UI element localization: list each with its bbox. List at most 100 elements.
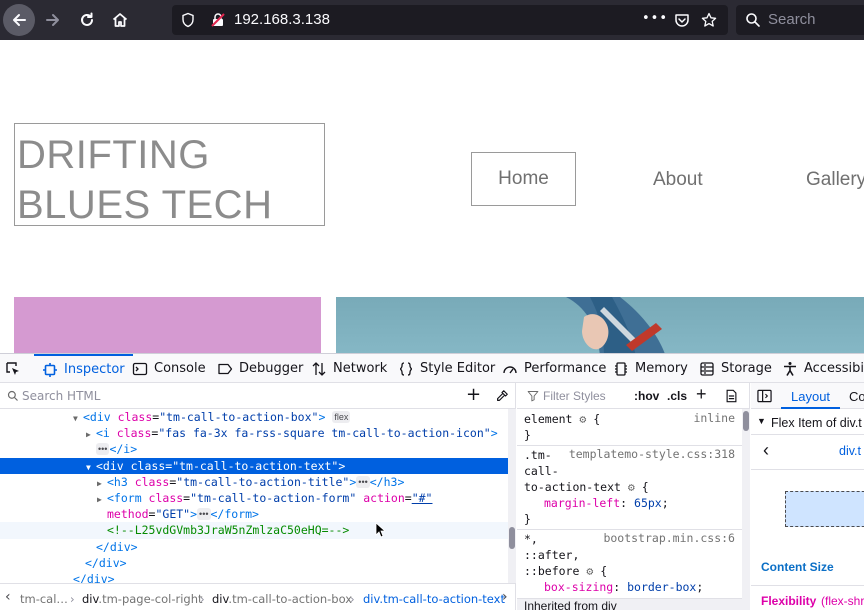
tag-end: </div>: [85, 555, 127, 570]
shield-icon[interactable]: [180, 12, 196, 28]
class-toggle[interactable]: .cls: [667, 389, 687, 403]
tab-computed[interactable]: Co: [849, 389, 864, 404]
markup-scrollbar-thumb[interactable]: [509, 527, 515, 549]
attr-value-link[interactable]: "#": [412, 491, 433, 505]
filter-styles-field[interactable]: Filter Styles: [543, 389, 606, 403]
breadcrumb-item[interactable]: div.tm-call-to-action-box: [212, 592, 352, 606]
tag-end: </div>: [96, 539, 138, 554]
home-icon: [112, 13, 128, 27]
breadcrumb-item[interactable]: tm-cal…: [20, 592, 68, 606]
markup-node-call-to-action-text[interactable]: ▼ <div class="tm-call-to-action-text">: [0, 457, 508, 474]
rule-close-brace: }: [524, 428, 531, 442]
rules-scrollbar[interactable]: [742, 409, 750, 610]
tag-close: >: [349, 474, 357, 489]
tag-close: >: [338, 458, 346, 473]
url-text[interactable]: 192.168.3.138: [234, 11, 330, 28]
breadcrumb-item[interactable]: div.tm-page-col-right: [82, 592, 203, 606]
tab-performance[interactable]: Performance: [502, 354, 606, 383]
gear-icon[interactable]: ⚙: [579, 412, 586, 426]
tab-console[interactable]: Console: [132, 354, 206, 383]
url-bar[interactable]: 192.168.3.138 •••: [172, 5, 728, 35]
flex-item-header[interactable]: ▼ Flex Item of div.t: [751, 409, 864, 435]
breadcrumb-scroll-left-icon[interactable]: ‹: [5, 589, 11, 605]
tab-accessibility[interactable]: Accessibili: [782, 354, 864, 383]
bookmark-star-icon[interactable]: [701, 12, 717, 28]
reload-button[interactable]: [71, 4, 103, 36]
rule-element[interactable]: element ⚙ {: [524, 411, 600, 427]
tab-layout[interactable]: Layout: [781, 383, 841, 409]
collapsed-content-badge[interactable]: •••: [197, 508, 211, 521]
tab-style-editor[interactable]: Style Editor: [398, 354, 495, 383]
tab-network[interactable]: Network: [311, 354, 387, 383]
markup-node-title[interactable]: ▶ <h3 class="tm-call-to-action-title"> •••…: [0, 474, 508, 490]
back-icon[interactable]: ‹: [763, 440, 769, 461]
debugger-icon: [218, 363, 233, 374]
tab-inspector[interactable]: Inspector: [34, 354, 133, 383]
rule-selector[interactable]: .tm-: [524, 447, 552, 463]
insecure-lock-icon[interactable]: [210, 12, 226, 28]
markup-node-form-cont[interactable]: method="GET"> ••• </form>: [0, 506, 508, 522]
content-size-label: Content Size: [761, 560, 834, 574]
tab-storage[interactable]: Storage: [699, 354, 772, 383]
gear-icon[interactable]: ⚙: [586, 564, 593, 578]
markup-node-form[interactable]: ▶ <form class="tm-call-to-action-form" ac…: [0, 490, 508, 506]
tab-debugger[interactable]: Debugger: [217, 354, 303, 383]
eyedropper-icon[interactable]: [495, 389, 509, 403]
rule-selector-line[interactable]: to-action-text ⚙ {: [524, 479, 649, 495]
rule-source-link[interactable]: templatemo-style.css:318: [569, 447, 735, 461]
rule-selector[interactable]: *,: [524, 531, 538, 547]
breadcrumb-item-selected[interactable]: div.tm-call-to-action-text: [363, 592, 505, 606]
markup-node-call-to-action-box[interactable]: ▼ <div class="tm-call-to-action-box"> fle…: [0, 409, 508, 425]
nav-about-link[interactable]: About: [653, 169, 703, 191]
gear-icon[interactable]: ⚙: [628, 480, 635, 494]
nav-home-link[interactable]: Home: [471, 152, 576, 206]
rule-declaration[interactable]: box-sizing: border-box;: [544, 579, 703, 595]
forward-button[interactable]: [37, 4, 69, 36]
style-editor-icon: [399, 361, 413, 376]
markup-node-icon-end[interactable]: ••• </i>: [0, 441, 508, 457]
add-node-button[interactable]: +: [466, 384, 481, 405]
breadcrumb-separator-icon: ›: [350, 592, 355, 606]
flex-container-link[interactable]: div.t: [839, 444, 861, 458]
markup-node-comment[interactable]: <!--L25vdGVmb3JraW5nZmlzaC50eHQ=-->: [0, 522, 508, 539]
rule-declaration[interactable]: margin-left: 65px;: [544, 495, 669, 511]
collapsed-content-badge[interactable]: •••: [96, 443, 110, 456]
toggle-sidebar-icon[interactable]: [757, 389, 772, 403]
add-rule-button[interactable]: +: [696, 384, 707, 405]
search-box[interactable]: Search: [736, 5, 864, 35]
markup-scrollbar[interactable]: [508, 409, 516, 583]
hover-state-toggle[interactable]: :hov: [634, 389, 659, 403]
nav-gallery-link[interactable]: Gallery: [806, 169, 864, 191]
rule-selector[interactable]: call-: [524, 463, 559, 479]
site-logo[interactable]: DRIFTING BLUES TECH: [14, 123, 325, 227]
markup-node-icon[interactable]: ▶ <i class="fas fa-3x fa-rss-square tm-ca…: [0, 425, 508, 441]
reload-icon: [81, 12, 93, 26]
rule-selector[interactable]: ::after,: [524, 547, 579, 563]
site-logo-text: DRIFTING BLUES TECH: [17, 133, 273, 227]
pocket-icon[interactable]: [674, 12, 690, 28]
rule-selector-line[interactable]: ::before ⚙ {: [524, 563, 607, 579]
breadcrumb-scroll-right-icon[interactable]: ›: [502, 589, 508, 605]
rule-source-link[interactable]: bootstrap.min.css:6: [603, 531, 735, 545]
back-button[interactable]: [3, 4, 35, 36]
breadcrumb-separator-icon: ›: [200, 592, 205, 606]
hero-image: [336, 297, 864, 353]
network-icon: [312, 361, 326, 376]
collapsed-content-badge[interactable]: •••: [356, 475, 370, 488]
collapse-icon[interactable]: ▼: [757, 416, 766, 426]
home-button[interactable]: [104, 4, 136, 36]
flex-badge[interactable]: flex: [332, 411, 351, 423]
flexibility-value: (flex-shr: [821, 594, 864, 608]
rules-scrollbar-thumb[interactable]: [743, 411, 749, 431]
search-html-field[interactable]: Search HTML +: [0, 383, 516, 409]
markup-node-end[interactable]: </div>: [0, 555, 508, 571]
rule-property: margin-left: [544, 496, 621, 510]
tab-accessibility-label: Accessibili: [804, 361, 864, 376]
markup-node-end[interactable]: </div>: [0, 539, 508, 555]
storage-icon: [700, 361, 714, 376]
web-page: DRIFTING BLUES TECH Home About Gallery: [0, 40, 864, 353]
element-picker-button[interactable]: [5, 354, 27, 383]
page-actions-menu-icon[interactable]: •••: [642, 11, 668, 26]
print-media-icon[interactable]: [725, 389, 738, 403]
tab-memory[interactable]: Memory: [613, 354, 688, 383]
